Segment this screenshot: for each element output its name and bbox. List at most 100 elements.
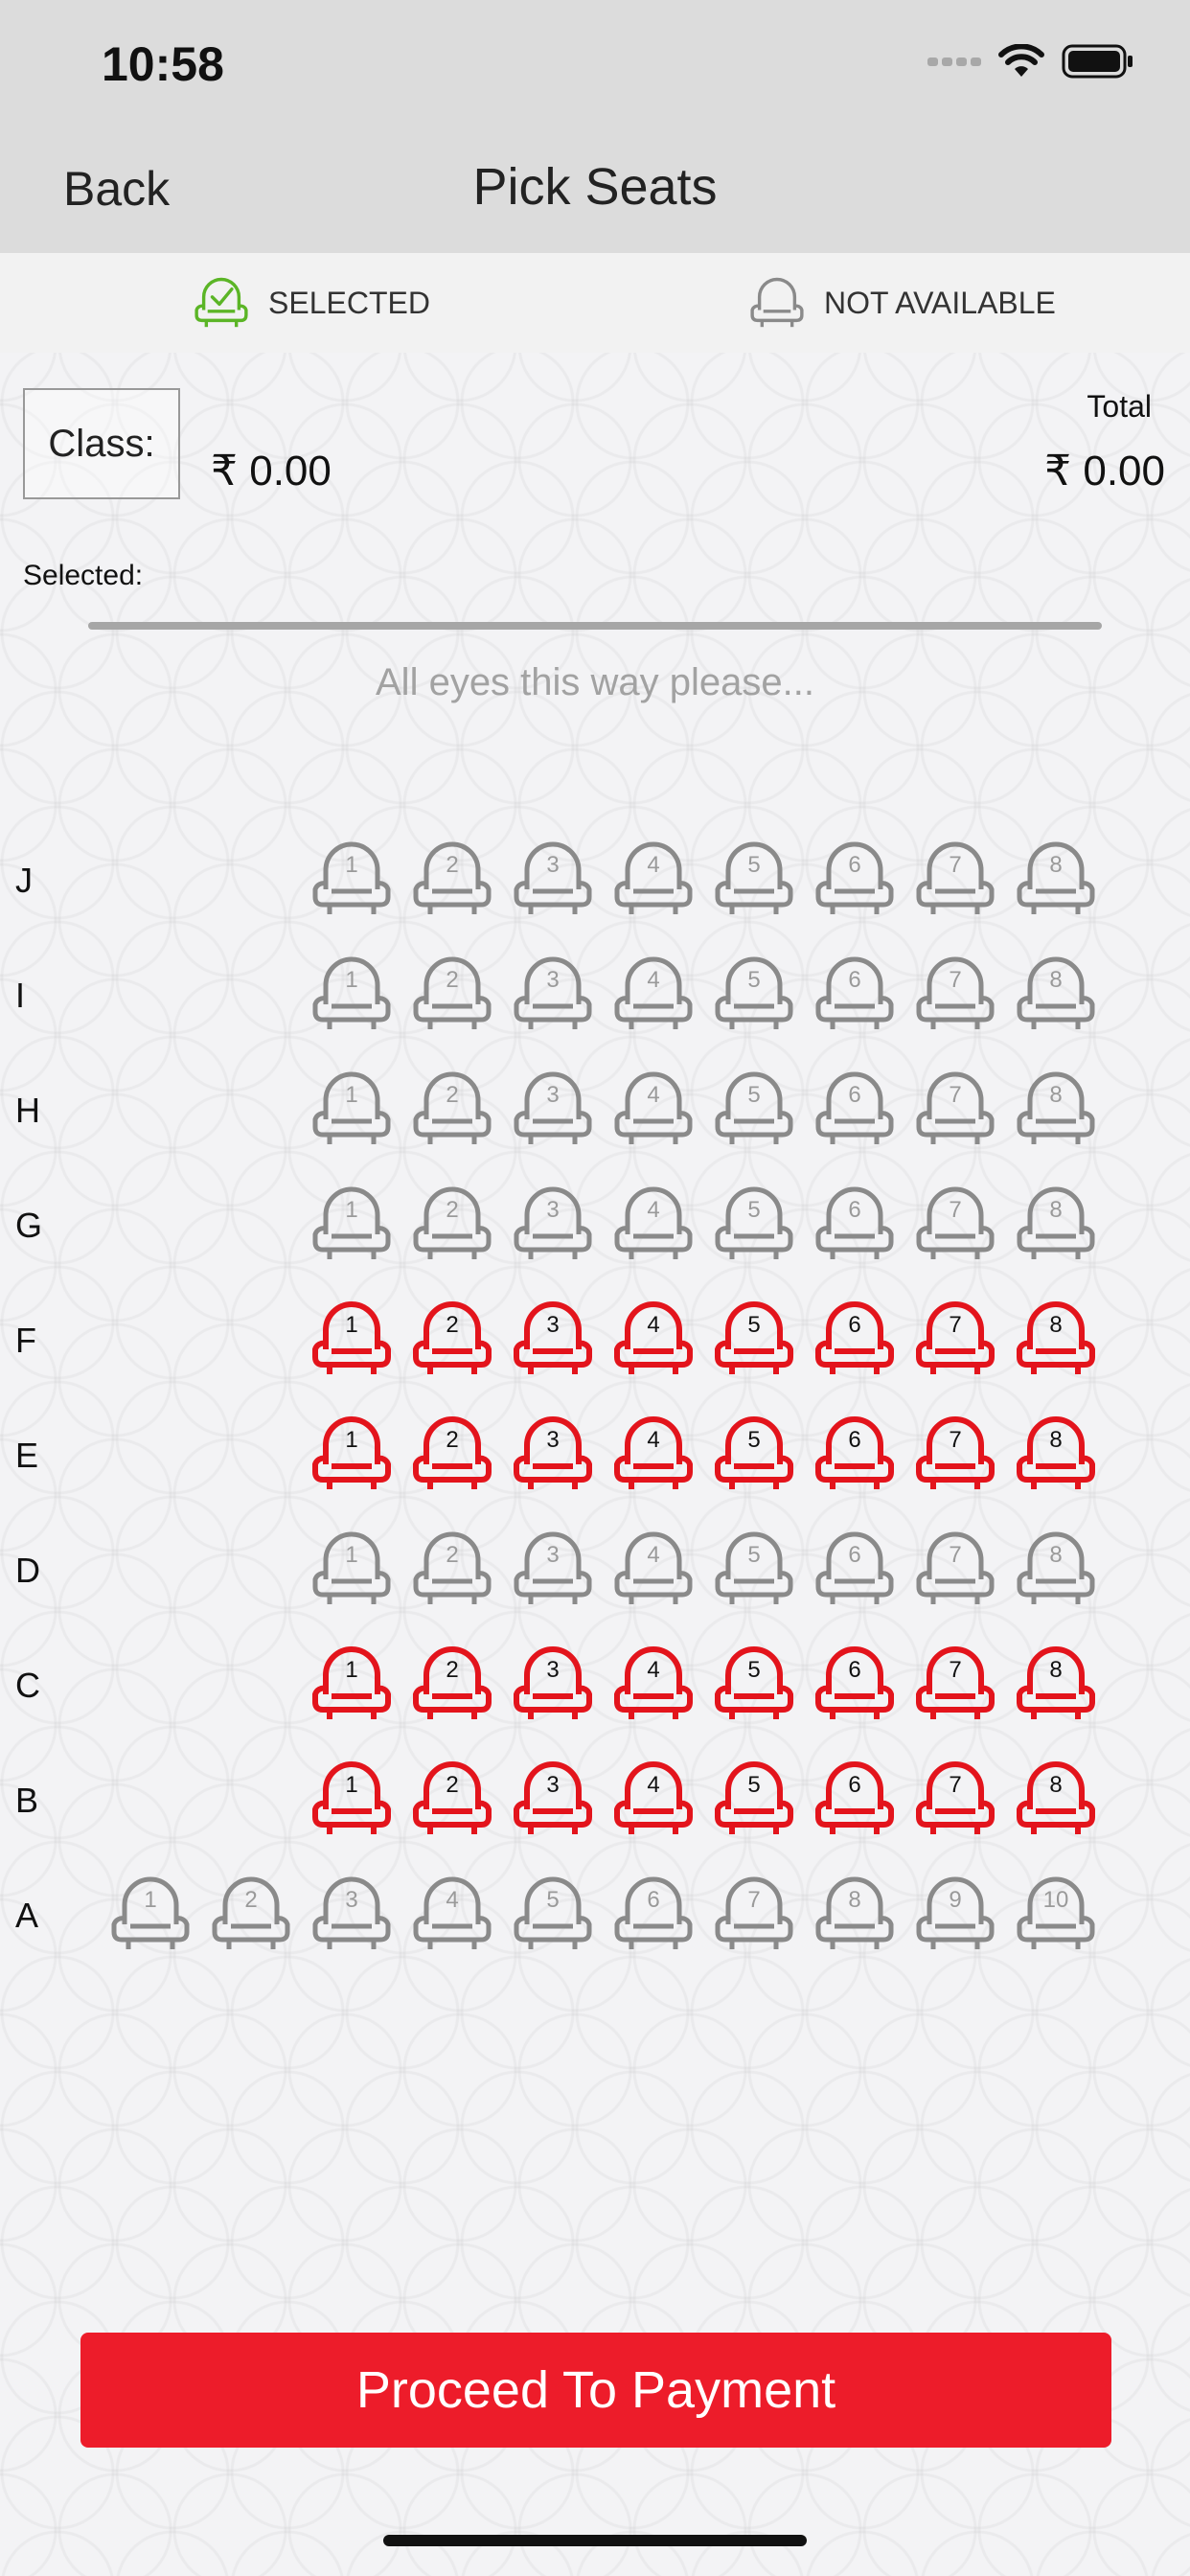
seat-number: 5 — [546, 1887, 560, 1913]
seat-number: 1 — [345, 1082, 358, 1108]
seat-number: 1 — [345, 1312, 358, 1338]
seat-unavailable: 2 — [407, 1524, 497, 1614]
seat-unavailable: 7 — [910, 949, 1000, 1039]
proceed-to-payment-button[interactable]: Proceed To Payment — [80, 2333, 1111, 2448]
seat-available[interactable]: 2 — [407, 1639, 497, 1729]
seat-available[interactable]: 7 — [910, 1639, 1000, 1729]
seat-available[interactable]: 1 — [307, 1409, 397, 1499]
seat-number: 6 — [848, 1657, 861, 1683]
seat-unavailable: 7 — [910, 834, 1000, 924]
seat-unavailable: 2 — [407, 949, 497, 1039]
seat-number: 4 — [446, 1887, 459, 1913]
seat-number: 5 — [747, 1542, 761, 1568]
seat-number: 7 — [949, 1082, 962, 1108]
seat-number: 3 — [546, 1312, 560, 1338]
seat-number: 1 — [345, 1197, 358, 1223]
row-label: G — [15, 1206, 43, 1245]
seat-number: 7 — [949, 1542, 962, 1568]
seat-unavailable: 2 — [206, 1869, 296, 1959]
seat-number: 6 — [848, 1772, 861, 1798]
seat-number: 8 — [1049, 1312, 1063, 1338]
seat-number: 7 — [949, 1657, 962, 1683]
seat-legend: SELECTED NOT AVAILABLE — [0, 253, 1190, 353]
seat-available[interactable]: 7 — [910, 1754, 1000, 1844]
seat-unavailable: 3 — [307, 1869, 397, 1959]
seat-available[interactable]: 4 — [608, 1754, 698, 1844]
seat-unavailable: 2 — [407, 834, 497, 924]
seat-available[interactable]: 1 — [307, 1754, 397, 1844]
seat-unavailable: 2 — [407, 1179, 497, 1269]
seat-unavailable: 1 — [307, 1524, 397, 1614]
seat-unavailable: 3 — [508, 834, 598, 924]
seat-number: 6 — [848, 967, 861, 993]
seat-available[interactable]: 8 — [1011, 1409, 1101, 1499]
seat-unavailable: 6 — [810, 1064, 900, 1154]
selected-seats-label: Selected: — [23, 560, 144, 591]
seat-available[interactable]: 2 — [407, 1294, 497, 1384]
seat-number: 8 — [1049, 1082, 1063, 1108]
row-label: H — [15, 1091, 40, 1130]
class-selector[interactable]: Class: — [23, 388, 180, 499]
seat-unavailable: 6 — [810, 1179, 900, 1269]
seat-available[interactable]: 8 — [1011, 1754, 1101, 1844]
seat-unavailable: 4 — [608, 834, 698, 924]
legend-unavailable: NOT AVAILABLE — [744, 272, 1056, 334]
seat-available[interactable]: 3 — [508, 1754, 598, 1844]
seat-available[interactable]: 3 — [508, 1639, 598, 1729]
seat-available[interactable]: 1 — [307, 1294, 397, 1384]
wifi-icon — [998, 44, 1044, 77]
cellular-signal-icon — [927, 58, 981, 66]
seat-unavailable: 6 — [608, 1869, 698, 1959]
seat-number: 2 — [446, 1312, 459, 1338]
seat-number: 7 — [949, 852, 962, 878]
seat-number: 1 — [345, 1427, 358, 1453]
seat-available[interactable]: 8 — [1011, 1294, 1101, 1384]
seat-unavailable: 5 — [709, 949, 799, 1039]
legend-unavailable-label: NOT AVAILABLE — [824, 285, 1056, 320]
seat-number: 3 — [546, 1197, 560, 1223]
seat-number: 8 — [1049, 1427, 1063, 1453]
seat-available[interactable]: 3 — [508, 1294, 598, 1384]
seat-unavailable: 7 — [910, 1179, 1000, 1269]
seat-available[interactable]: 5 — [709, 1754, 799, 1844]
legend-selected-label: SELECTED — [268, 285, 430, 320]
seat-available[interactable]: 4 — [608, 1409, 698, 1499]
seat-number: 7 — [949, 967, 962, 993]
seat-unavailable: 5 — [709, 1064, 799, 1154]
seat-available[interactable]: 1 — [307, 1639, 397, 1729]
seat-number: 10 — [1042, 1887, 1069, 1913]
seat-available[interactable]: 6 — [810, 1639, 900, 1729]
seat-unavailable: 4 — [407, 1869, 497, 1959]
seat-available[interactable]: 4 — [608, 1639, 698, 1729]
seat-number: 3 — [546, 967, 560, 993]
seat-available[interactable]: 6 — [810, 1409, 900, 1499]
seat-number: 8 — [1049, 1772, 1063, 1798]
seat-available[interactable]: 7 — [910, 1409, 1000, 1499]
row-label: A — [15, 1896, 39, 1935]
seat-available[interactable]: 2 — [407, 1754, 497, 1844]
seat-available[interactable]: 6 — [810, 1294, 900, 1384]
seat-unavailable: 4 — [608, 949, 698, 1039]
seat-available[interactable]: 5 — [709, 1409, 799, 1499]
seat-available[interactable]: 5 — [709, 1639, 799, 1729]
seat-available[interactable]: 5 — [709, 1294, 799, 1384]
seat-number: 2 — [244, 1887, 258, 1913]
seat-number: 4 — [647, 1312, 660, 1338]
seat-number: 6 — [848, 1082, 861, 1108]
seat-number: 2 — [446, 967, 459, 993]
seat-available[interactable]: 8 — [1011, 1639, 1101, 1729]
seat-available[interactable]: 7 — [910, 1294, 1000, 1384]
seat-available[interactable]: 4 — [608, 1294, 698, 1384]
seat-available[interactable]: 2 — [407, 1409, 497, 1499]
seat-number: 4 — [647, 1772, 660, 1798]
seat-unavailable: 5 — [709, 1179, 799, 1269]
screen-text: All eyes this way please... — [376, 661, 814, 703]
seat-number: 3 — [546, 1772, 560, 1798]
seat-number: 7 — [949, 1427, 962, 1453]
unavailable-seat-icon — [750, 277, 804, 328]
seat-unavailable: 6 — [810, 834, 900, 924]
seat-unavailable: 7 — [910, 1524, 1000, 1614]
seat-unavailable: 1 — [307, 1179, 397, 1269]
seat-available[interactable]: 3 — [508, 1409, 598, 1499]
seat-available[interactable]: 6 — [810, 1754, 900, 1844]
